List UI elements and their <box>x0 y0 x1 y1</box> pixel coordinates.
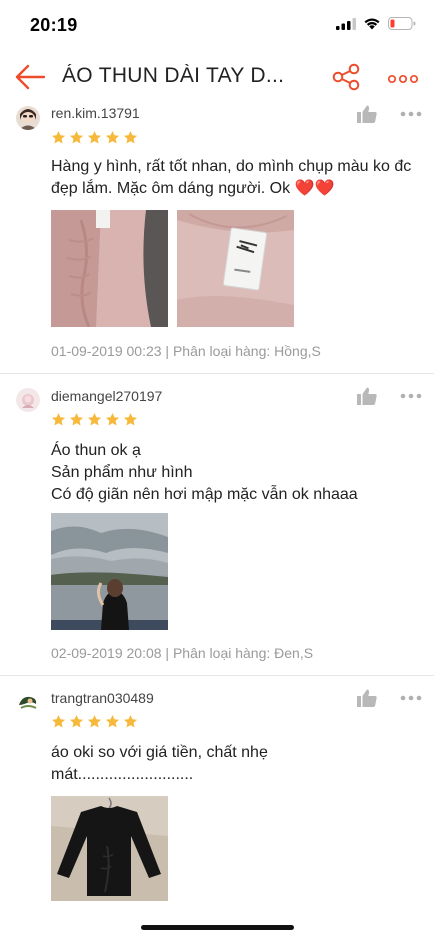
back-arrow-icon[interactable] <box>14 63 46 91</box>
status-time: 20:19 <box>30 15 78 35</box>
thumbs-up-icon[interactable] <box>357 387 377 405</box>
wifi-icon <box>364 18 380 30</box>
black-long-sleeve-top-photo[interactable] <box>51 796 168 901</box>
star-icon <box>69 130 84 144</box>
username[interactable]: ren.kim.13791 <box>51 105 140 121</box>
username[interactable]: trangtran030489 <box>51 690 154 706</box>
avatar[interactable] <box>16 690 40 714</box>
star-icon <box>51 412 66 426</box>
star-icon <box>87 412 102 426</box>
thumbs-up-icon[interactable] <box>357 689 377 707</box>
share-icon[interactable] <box>331 63 361 91</box>
more-icon[interactable] <box>388 74 418 84</box>
more-options-icon[interactable] <box>400 111 422 117</box>
review-comment: Hàng y hình, rất tốt nhan, do mình chụp … <box>51 158 412 197</box>
star-rating <box>51 412 138 427</box>
star-icon <box>69 412 84 426</box>
avatar[interactable] <box>16 388 40 412</box>
review-comment: Áo thun ok ạ Sản phẩm như hình Có độ giã… <box>51 442 358 503</box>
star-icon <box>123 412 138 426</box>
review-item: trangtran030489 áo oki so với giá tiền, … <box>0 676 434 941</box>
star-icon <box>105 130 120 144</box>
status-bar: 20:19 <box>0 0 434 52</box>
page-title: ÁO THUN DÀI TAY D... <box>62 64 285 87</box>
star-icon <box>123 130 138 144</box>
star-icon <box>69 714 84 728</box>
pink-top-zara-tag-photo[interactable] <box>177 210 294 327</box>
lake-landscape-woman-photo[interactable] <box>51 513 168 630</box>
review-variant: Phân loại hàng: Đen,S <box>172 645 314 661</box>
star-icon <box>51 130 66 144</box>
star-icon <box>105 412 120 426</box>
more-options-icon[interactable] <box>400 393 422 399</box>
battery-low-icon <box>388 17 416 30</box>
more-options-icon[interactable] <box>400 695 422 701</box>
review-item: ren.kim.13791 Hàng y hình, rất tốt nhan,… <box>0 102 434 374</box>
pink-ruched-top-photo[interactable] <box>51 210 168 327</box>
review-comment: áo oki so với giá tiền, chất nhẹ mát....… <box>51 744 268 783</box>
username[interactable]: diemangel270197 <box>51 388 162 404</box>
review-date: 01-09-2019 00:23 <box>51 343 162 359</box>
nav-bar: ÁO THUN DÀI TAY D... <box>0 52 434 102</box>
home-indicator[interactable] <box>141 925 294 930</box>
status-icons <box>336 17 416 30</box>
thumbs-up-icon[interactable] <box>357 105 377 123</box>
review-date: 02-09-2019 20:08 <box>51 645 162 661</box>
star-icon <box>123 714 138 728</box>
avatar[interactable] <box>16 106 40 130</box>
star-icon <box>105 714 120 728</box>
review-meta: 02-09-2019 20:08 | Phân loại hàng: Đen,S <box>51 645 314 661</box>
cellular-signal-icon <box>336 17 356 30</box>
review-meta: 01-09-2019 00:23 | Phân loại hàng: Hồng,… <box>51 343 321 359</box>
star-rating <box>51 130 138 145</box>
star-icon <box>87 130 102 144</box>
star-rating <box>51 714 138 729</box>
star-icon <box>51 714 66 728</box>
star-icon <box>87 714 102 728</box>
review-item: diemangel270197 Áo thun ok ạ Sản phẩm nh… <box>0 374 434 676</box>
review-variant: Phân loại hàng: Hồng,S <box>172 343 321 359</box>
